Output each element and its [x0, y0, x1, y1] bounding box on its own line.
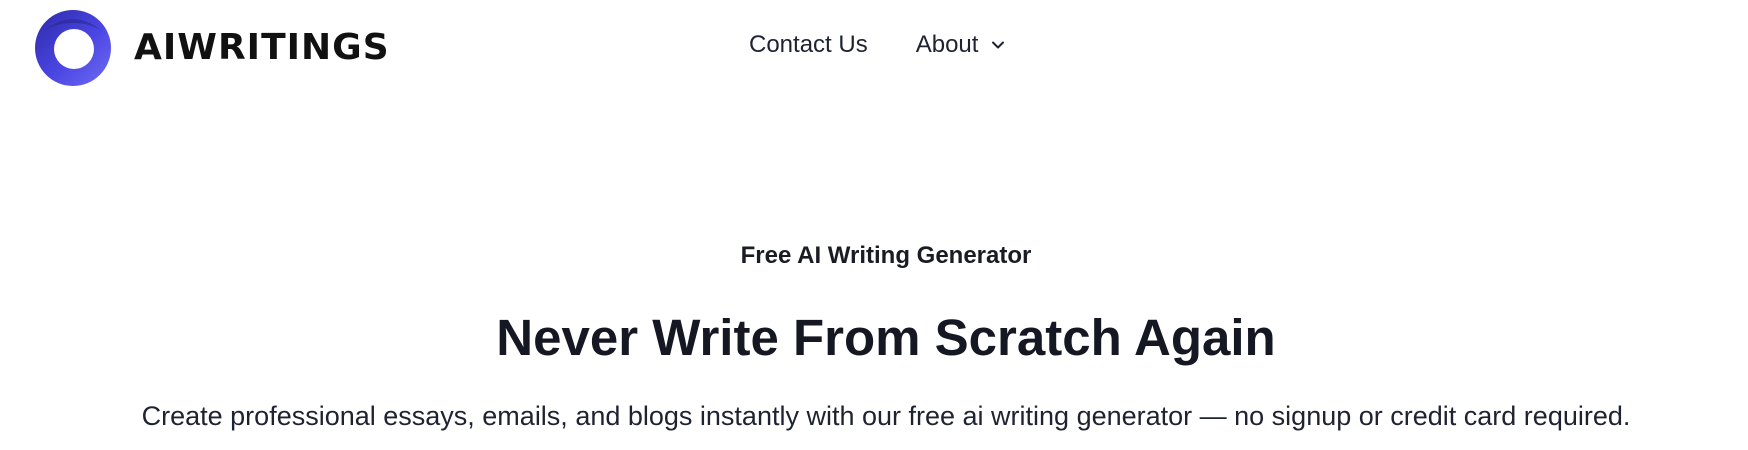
nav-contact-us[interactable]: Contact Us — [749, 30, 868, 60]
hero-subtitle: Create professional essays, emails, and … — [141, 401, 1631, 431]
logo-link[interactable]: AIWRITINGS — [34, 8, 390, 88]
page: AIWRITINGS Contact Us About Free AI Writ… — [0, 0, 1748, 450]
ring-logo-icon — [35, 10, 111, 86]
nav-about-label: About — [915, 31, 979, 58]
nav-contact-label: Contact Us — [749, 31, 868, 58]
main-nav: Contact Us About — [749, 30, 1006, 60]
hero-headline: Never Write From Scratch Again — [496, 309, 1276, 366]
chevron-down-icon — [992, 41, 1005, 49]
site-header: AIWRITINGS Contact Us About — [0, 0, 1748, 100]
hero-eyebrow: Free AI Writing Generator — [740, 242, 1032, 269]
brand-name: AIWRITINGS — [134, 27, 390, 68]
nav-about-dropdown[interactable]: About — [916, 30, 1007, 60]
